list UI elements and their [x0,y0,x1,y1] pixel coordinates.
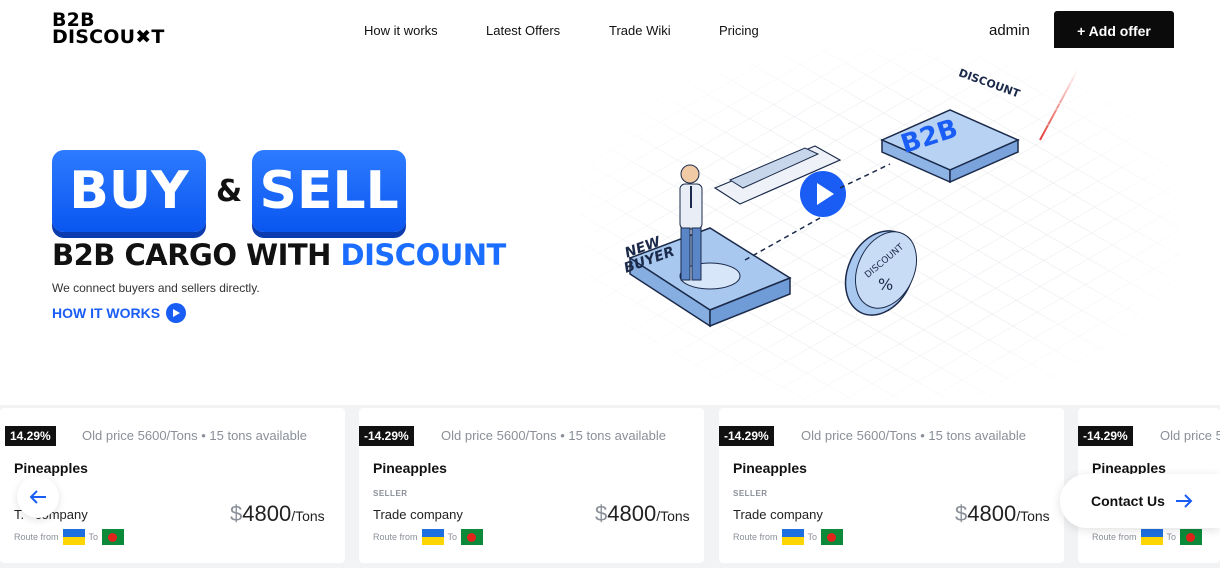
contact-us-label: Contact Us [1091,493,1165,509]
price-unit: /Tons [1016,508,1050,524]
add-offer-button[interactable]: + Add offer [1054,11,1174,51]
video-play-icon [800,171,846,217]
logo[interactable]: B2B DISCOU✖T [52,11,165,48]
route-to-label: To [1166,532,1177,542]
arrow-right-icon [1175,494,1193,508]
contact-us-button[interactable]: Contact Us [1060,474,1220,528]
price-unit: /Tons [291,508,325,524]
old-price: Old price 5 [1160,428,1220,443]
price-symbol: $ [595,501,608,526]
route-to-label: To [447,532,458,542]
bangladesh-flag-icon [461,529,484,545]
product-name: Pineapples [14,460,88,476]
buy-sell-banner: BUY & SELL [52,150,407,232]
ampersand: & [216,173,243,209]
how-it-works-label: HOW IT WORKS [52,305,161,321]
offer-card[interactable]: -14.29% Old price 5600/Tons • 15 tons av… [719,408,1064,563]
headline-main: B2B CARGO WITH [52,238,341,272]
price-unit: /Tons [656,508,690,524]
offer-card[interactable]: -14.29% Old price 5600/Tons • 15 tons av… [359,408,704,563]
route: Route from To [733,529,844,545]
route-to-label: To [88,532,99,542]
nav-latest-offers[interactable]: Latest Offers [486,23,560,38]
play-icon [166,303,187,323]
sell-badge: SELL [252,150,407,232]
route: Route from To [14,529,125,545]
route-from-label: Route from [733,532,778,542]
arrow-left-icon [29,490,46,504]
price-symbol: $ [955,501,968,526]
price: $4800/Tons [595,501,690,527]
discount-badge: -14.29% [359,426,414,446]
product-name: Pineapples [733,460,807,476]
route-to-label: To [807,532,818,542]
route: Route from To [1092,529,1203,545]
old-price: Old price 5600/Tons • 15 tons available [801,428,1026,443]
ukraine-flag-icon [421,529,444,545]
ukraine-flag-icon [62,529,85,545]
product-name: Pineapples [373,460,447,476]
price: $4800/Tons [230,501,325,527]
old-price: Old price 5600/Tons • 15 tons available [441,428,666,443]
ukraine-flag-icon [781,529,804,545]
logo-line2: DISCOU✖T [52,26,165,48]
hero-illustration: NEWBUYER B2B DISCOUNT DISCOUNT % [580,48,1180,403]
old-price: Old price 5600/Tons • 15 tons available [82,428,307,443]
carousel-prev-button[interactable] [17,476,59,518]
price-value: 4800 [607,501,657,526]
nav-pricing[interactable]: Pricing [719,23,759,38]
role-label: SELLER [733,489,768,498]
route: Route from To [373,529,484,545]
price-symbol: $ [230,501,243,526]
ukraine-flag-icon [1140,529,1163,545]
route-from-label: Route from [1092,532,1137,542]
hero-subtext: We connect buyers and sellers directly. [52,281,260,295]
buy-badge: BUY [52,150,206,232]
discount-badge: -14.29% [719,426,774,446]
headline-accent: DISCOUNT [340,238,507,272]
price-value: 4800 [967,501,1017,526]
route-from-label: Route from [373,532,418,542]
page: B2B DISCOU✖T How it works Latest Offers … [0,0,1220,568]
route-from-label: Route from [14,532,59,542]
nav-trade-wiki[interactable]: Trade Wiki [609,23,671,38]
discount-badge: -14.29% [1078,426,1133,446]
bangladesh-flag-icon [102,529,125,545]
user-admin-link[interactable]: admin [989,22,1030,39]
company-name: Trade company [373,507,463,522]
hero-headline: B2B CARGO WITH DISCOUNT [52,238,506,272]
price-value: 4800 [242,501,292,526]
coin-percent-label: % [878,275,893,294]
bangladesh-flag-icon [1180,529,1203,545]
bangladesh-flag-icon [821,529,844,545]
discount-badge: 14.29% [5,426,56,446]
price: $4800/Tons [955,501,1050,527]
role-label: SELLER [373,489,408,498]
nav-how-it-works[interactable]: How it works [364,23,438,38]
company-name: Trade company [733,507,823,522]
how-it-works-link[interactable]: HOW IT WORKS [52,303,187,323]
